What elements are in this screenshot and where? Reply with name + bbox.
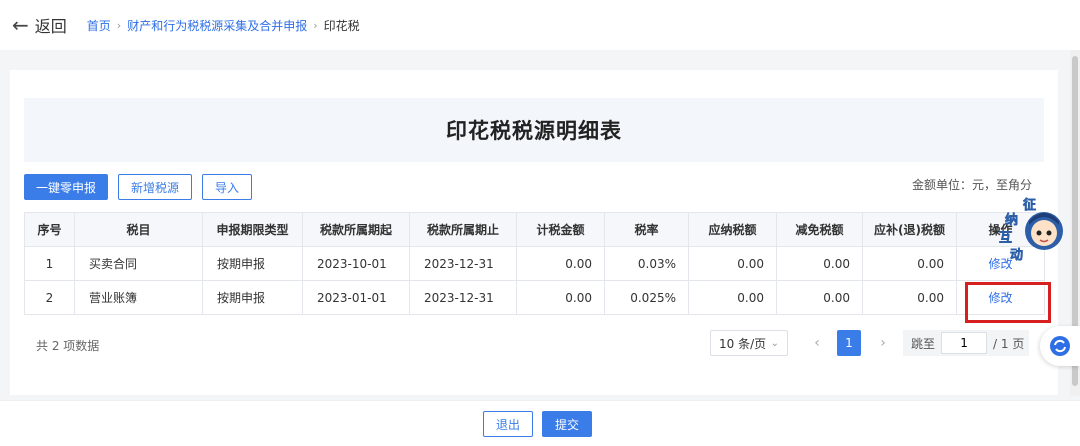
mascot-char: 征 [1023, 197, 1036, 213]
add-source-button[interactable]: 新增税源 [118, 174, 192, 200]
exit-button[interactable]: 退出 [483, 411, 533, 437]
period-end: 2023-12-31 [409, 280, 517, 315]
breadcrumb-current: 印花税 [323, 18, 360, 33]
edit-link[interactable]: 修改 [988, 291, 1012, 305]
tax-item: 买卖合同 [74, 246, 203, 281]
column-header: 税款所属期起 [302, 212, 410, 247]
page-size-select[interactable]: 10 条/页 ⌄ [710, 330, 788, 356]
tax-payable: 0.00 [688, 280, 777, 315]
tax-payable: 0.00 [688, 246, 777, 281]
period-type: 按期申报 [202, 280, 303, 315]
submit-button[interactable]: 提交 [542, 411, 592, 437]
jump-label: 跳至 [911, 336, 936, 351]
column-header: 税款所属期止 [409, 212, 517, 247]
period-start: 2023-10-01 [302, 246, 410, 281]
column-header: 应纳税额 [688, 212, 777, 247]
mascot-widget[interactable]: 征 纳 互 动 [996, 195, 1066, 265]
tax-source-table: 序号 税目 申报期限类型 税款所属期起 税款所属期止 计税金额 税率 应纳税额 … [24, 212, 1045, 315]
tax-rate: 0.025% [604, 280, 689, 315]
page-title: 印花税税源明细表 [446, 119, 622, 143]
arrow-left-icon: ← [12, 13, 29, 37]
period-type: 按期申报 [202, 246, 303, 281]
amount-unit-note: 金额单位：元，至角分 [911, 178, 1032, 192]
period-start: 2023-01-01 [302, 280, 410, 315]
breadcrumb-home[interactable]: 首页 [87, 17, 111, 34]
tax-due-refund: 0.00 [862, 280, 957, 315]
period-end: 2023-12-31 [409, 246, 517, 281]
mascot-char: 纳 [1005, 212, 1018, 228]
page-size-value: 10 条/页 [719, 336, 767, 351]
tax-reduction: 0.00 [776, 280, 863, 315]
taxable-amount: 0.00 [516, 280, 605, 315]
main-panel: 印花税税源明细表 一键零申报 新增税源 导入 金额单位：元，至角分 序号 税目 … [10, 70, 1058, 395]
column-header: 计税金额 [516, 212, 605, 247]
title-band: 印花税税源明细表 [24, 98, 1044, 162]
chevron-right-icon: › [313, 18, 318, 32]
chevron-down-icon: ⌄ [770, 337, 779, 349]
tax-item: 营业账簿 [74, 280, 203, 315]
table-header-row: 序号 税目 申报期限类型 税款所属期起 税款所属期止 计税金额 税率 应纳税额 … [24, 212, 1045, 247]
table-row: 2 营业账簿 按期申报 2023-01-01 2023-12-31 0.00 0… [24, 280, 1045, 315]
import-button[interactable]: 导入 [202, 174, 252, 200]
footer-bar: 退出 提交 [0, 400, 1080, 446]
column-header: 税目 [74, 212, 203, 247]
taxable-amount: 0.00 [516, 246, 605, 281]
breadcrumb-category[interactable]: 财产和行为税税源采集及合并申报 [127, 17, 307, 34]
row-index: 1 [24, 246, 75, 281]
page-jump: 跳至 / 1 页 [903, 330, 1029, 356]
tax-due-refund: 0.00 [862, 246, 957, 281]
table-row: 1 买卖合同 按期申报 2023-10-01 2023-12-31 0.00 0… [24, 246, 1045, 281]
column-header: 应补(退)税额 [862, 212, 957, 247]
zero-declare-button[interactable]: 一键零申报 [24, 174, 108, 200]
back-button[interactable]: ← 返回 [12, 13, 67, 37]
page-number-current[interactable]: 1 [837, 330, 861, 356]
column-header: 序号 [24, 212, 75, 247]
row-index: 2 [24, 280, 75, 315]
mascot-char: 动 [1010, 248, 1023, 263]
column-header: 减免税额 [776, 212, 863, 247]
prev-page-button[interactable]: ‹ [807, 330, 827, 356]
tax-rate: 0.03% [604, 246, 689, 281]
mascot-char: 互 [999, 231, 1012, 246]
next-page-button[interactable]: › [873, 330, 893, 356]
refresh-chat-icon [1050, 336, 1070, 356]
chevron-right-icon: › [116, 18, 122, 32]
back-label: 返回 [34, 17, 67, 36]
column-header: 申报期限类型 [202, 212, 303, 247]
jump-page-input[interactable] [941, 332, 988, 354]
total-count: 共 2 项数据 [36, 339, 100, 353]
tax-reduction: 0.00 [776, 246, 863, 281]
column-header: 税率 [604, 212, 689, 247]
top-bar: ← 返回 首页 › 财产和行为税税源采集及合并申报 › 印花税 [0, 0, 1080, 50]
page-total: / 1 页 [993, 336, 1025, 351]
side-help-button[interactable] [1040, 326, 1080, 366]
breadcrumb: 首页 › 财产和行为税税源采集及合并申报 › 印花税 [87, 17, 360, 34]
